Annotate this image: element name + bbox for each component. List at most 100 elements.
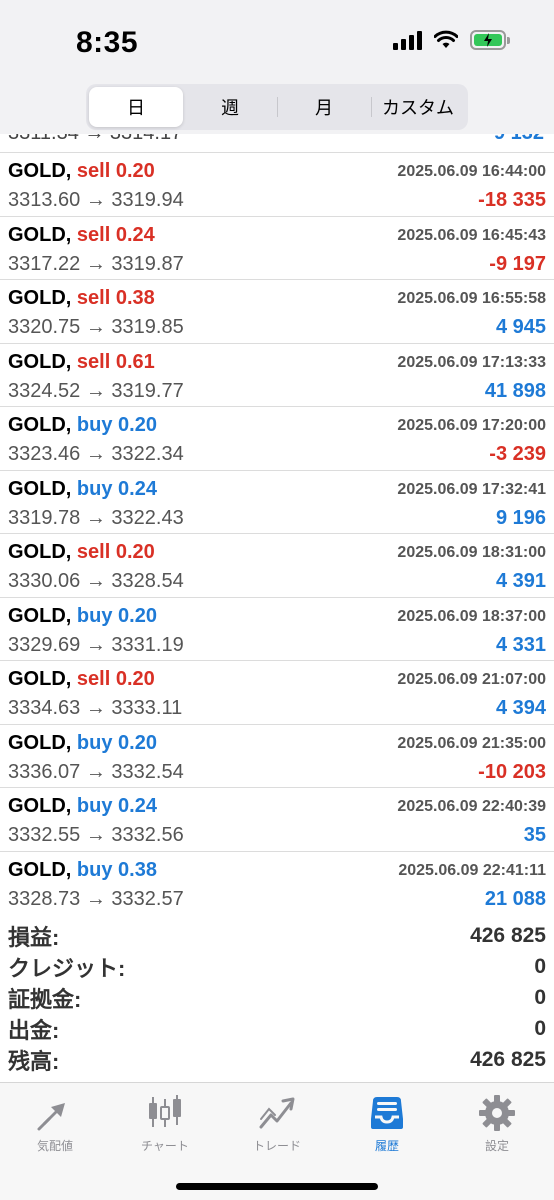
deal-row[interactable]: GOLD, sell 0.20 2025.06.09 21:07:00 3334.6…	[0, 661, 554, 725]
deal-prices: 3320.75 → 3319.85	[8, 316, 184, 338]
deal-side-volume: buy 0.38	[76, 858, 157, 881]
tab-quotes[interactable]: 気配値	[0, 1093, 110, 1154]
deal-profit: 4 391	[495, 570, 546, 592]
deal-title: GOLD, sell 0.61	[8, 351, 155, 374]
deal-side-volume: buy 0.20	[76, 414, 157, 436]
summary-profit-row: 損益: 426 825	[0, 920, 554, 951]
summary-value: 426 825	[470, 1047, 546, 1071]
deal-profit: -10 203	[478, 760, 546, 783]
deal-prices: 3328.73 → 3332.57	[8, 887, 184, 910]
history-inbox-icon	[371, 1097, 403, 1129]
deal-prices: 3336.07 → 3332.54	[8, 760, 184, 783]
tab-label: 履歴	[374, 1139, 399, 1153]
deal-time: 2025.06.09 18:31:00	[397, 544, 546, 561]
deal-row-partial[interactable]: 3311.34 → 3314.17 9 132	[0, 134, 554, 153]
deal-symbol: GOLD,	[8, 160, 72, 182]
deal-row[interactable]: GOLD, buy 0.24 2025.06.09 17:32:41 3319.78…	[0, 471, 554, 534]
trade-trend-icon	[259, 1097, 295, 1129]
deal-symbol: GOLD,	[8, 541, 72, 563]
deal-row[interactable]: GOLD, sell 0.20 2025.06.09 18:31:00 3330.0…	[0, 534, 554, 598]
deal-row[interactable]: GOLD, buy 0.20 2025.06.09 17:20:00 3323.46…	[0, 407, 554, 471]
battery-charging-icon	[470, 30, 510, 50]
deal-title: GOLD, sell 0.38	[8, 287, 155, 310]
tab-history[interactable]: 履歴	[332, 1093, 442, 1154]
wifi-icon	[434, 30, 458, 48]
tab-label: トレード	[252, 1139, 301, 1153]
tab-trade[interactable]: トレード	[222, 1093, 332, 1154]
deal-profit: 21 088	[484, 887, 546, 910]
period-header: 日 週 月 カスタム	[0, 80, 554, 134]
deal-prices: 3324.52 → 3319.77	[8, 379, 184, 402]
segment-custom[interactable]: カスタム	[371, 87, 465, 127]
cellular-signal-icon	[393, 30, 422, 50]
tab-label: 設定	[484, 1139, 509, 1153]
segment-day[interactable]: 日	[89, 87, 183, 127]
deal-side-volume: sell 0.20	[76, 160, 155, 182]
deal-row[interactable]: GOLD, sell 0.61 2025.06.09 17:13:33 3324.5…	[0, 344, 554, 407]
deal-symbol: GOLD,	[8, 414, 72, 436]
gear-icon	[479, 1095, 515, 1131]
deal-row[interactable]: GOLD, sell 0.24 2025.06.09 16:45:43 3317.2…	[0, 217, 554, 280]
deal-row[interactable]: GOLD, buy 0.20 2025.06.09 18:37:00 3329.69…	[0, 598, 554, 661]
deal-prices: 3317.22 → 3319.87	[8, 252, 184, 275]
summary-label: 出金:	[8, 1017, 60, 1043]
deal-symbol: GOLD,	[8, 795, 72, 817]
deal-title: GOLD, buy 0.38	[8, 859, 157, 882]
deal-profit: 41 898	[484, 379, 546, 402]
deal-row[interactable]: GOLD, buy 0.24 2025.06.09 22:40:39 3332.55…	[0, 788, 554, 852]
deal-title: GOLD, buy 0.20	[8, 605, 157, 628]
summary-value: 426 825	[470, 923, 546, 947]
deal-time: 2025.06.09 16:44:00	[397, 163, 546, 180]
summary-label: 証拠金:	[8, 986, 82, 1012]
deal-symbol: GOLD,	[8, 604, 72, 627]
deal-title: GOLD, buy 0.24	[8, 478, 157, 501]
deal-profit: 9 132	[494, 134, 544, 145]
segment-month[interactable]: 月	[277, 87, 371, 127]
deal-time: 2025.06.09 21:07:00	[397, 671, 546, 688]
summary-label: 損益:	[8, 924, 60, 950]
status-bar: 8:35	[0, 0, 554, 80]
deal-title: GOLD, buy 0.24	[8, 795, 157, 818]
deal-prices: 3319.78 → 3322.43	[8, 506, 184, 529]
deal-time: 2025.06.09 16:55:58	[397, 290, 546, 307]
deal-row[interactable]: GOLD, sell 0.38 2025.06.09 16:55:58 3320.7…	[0, 280, 554, 344]
summary-balance-row: 残高: 426 825	[0, 1044, 554, 1075]
deal-time: 2025.06.09 22:40:39	[397, 798, 546, 815]
deal-row[interactable]: GOLD, buy 0.38 2025.06.09 22:41:11 3328.73…	[0, 852, 554, 915]
home-indicator	[176, 1183, 378, 1190]
deal-title: GOLD, sell 0.20	[8, 160, 155, 183]
deal-symbol: GOLD,	[8, 668, 72, 690]
deal-side-volume: buy 0.24	[76, 795, 157, 817]
deal-title: GOLD, buy 0.20	[8, 414, 157, 437]
deal-side-volume: sell 0.20	[76, 541, 155, 563]
deal-row[interactable]: GOLD, sell 0.20 2025.06.09 16:44:00 3313.6…	[0, 153, 554, 217]
deals-list[interactable]: 3311.34 → 3314.17 9 132 GOLD, sell 0.20 2…	[0, 134, 554, 914]
deal-prices: 3311.34 → 3314.17	[8, 134, 182, 145]
deal-time: 2025.06.09 21:35:00	[397, 734, 546, 752]
deal-side-volume: sell 0.38	[76, 287, 155, 309]
summary-label: 残高:	[8, 1048, 60, 1074]
tab-label: 気配値	[36, 1139, 73, 1153]
deal-side-volume: buy 0.20	[76, 604, 157, 627]
deal-prices: 3334.63 → 3333.11	[8, 697, 183, 719]
tab-chart[interactable]: チャート	[110, 1093, 220, 1154]
status-time: 8:35	[76, 26, 139, 59]
tab-settings[interactable]: 設定	[442, 1093, 552, 1154]
tab-bar: 気配値 チャート トレード 履歴 設定	[0, 1082, 554, 1200]
account-summary: 損益: 426 825 クレジット: 0 証拠金: 0 出金: 0 残高: 42…	[0, 920, 554, 1075]
summary-margin-row: 証拠金: 0	[0, 982, 554, 1013]
deal-prices: 3323.46 → 3322.34	[8, 443, 184, 465]
deal-title: GOLD, buy 0.20	[8, 732, 157, 755]
deal-title: GOLD, sell 0.20	[8, 668, 155, 691]
deal-prices: 3329.69 → 3331.19	[8, 633, 184, 656]
summary-value: 0	[534, 1016, 546, 1040]
deal-side-volume: sell 0.20	[76, 668, 155, 690]
deal-side-volume: sell 0.61	[76, 350, 155, 373]
deal-prices: 3330.06 → 3328.54	[8, 570, 184, 592]
summary-label: クレジット:	[8, 955, 126, 981]
segment-week[interactable]: 週	[183, 87, 277, 127]
deal-row[interactable]: GOLD, buy 0.20 2025.06.09 21:35:00 3336.07…	[0, 725, 554, 788]
deal-side-volume: buy 0.20	[76, 731, 157, 754]
summary-value: 0	[534, 985, 546, 1009]
deal-symbol: GOLD,	[8, 731, 72, 754]
